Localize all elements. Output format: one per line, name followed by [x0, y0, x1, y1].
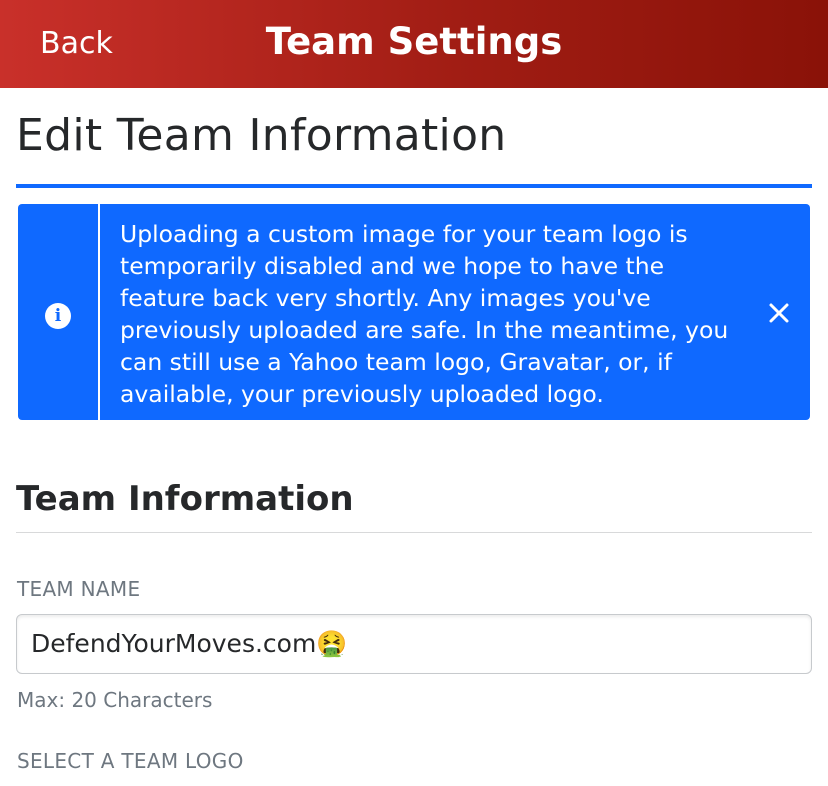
info-notice-banner: i Uploading a custom image for your team… — [18, 204, 810, 420]
top-navigation-bar: Back Team Settings — [0, 0, 828, 88]
team-name-input[interactable] — [16, 614, 812, 674]
notice-message: Uploading a custom image for your team l… — [120, 220, 729, 408]
notice-icon-column: i — [18, 204, 100, 420]
team-logo-label: SELECT A TEAM LOGO — [17, 749, 244, 773]
title-divider — [16, 184, 812, 188]
close-icon[interactable] — [766, 300, 792, 326]
info-icon: i — [45, 303, 71, 329]
screen-title: Team Settings — [265, 20, 563, 63]
section-heading-team-information: Team Information — [16, 479, 354, 519]
page-title: Edit Team Information — [16, 110, 507, 161]
team-name-label: TEAM NAME — [17, 577, 141, 601]
section-divider — [16, 532, 812, 533]
team-name-helper-text: Max: 20 Characters — [17, 688, 213, 712]
